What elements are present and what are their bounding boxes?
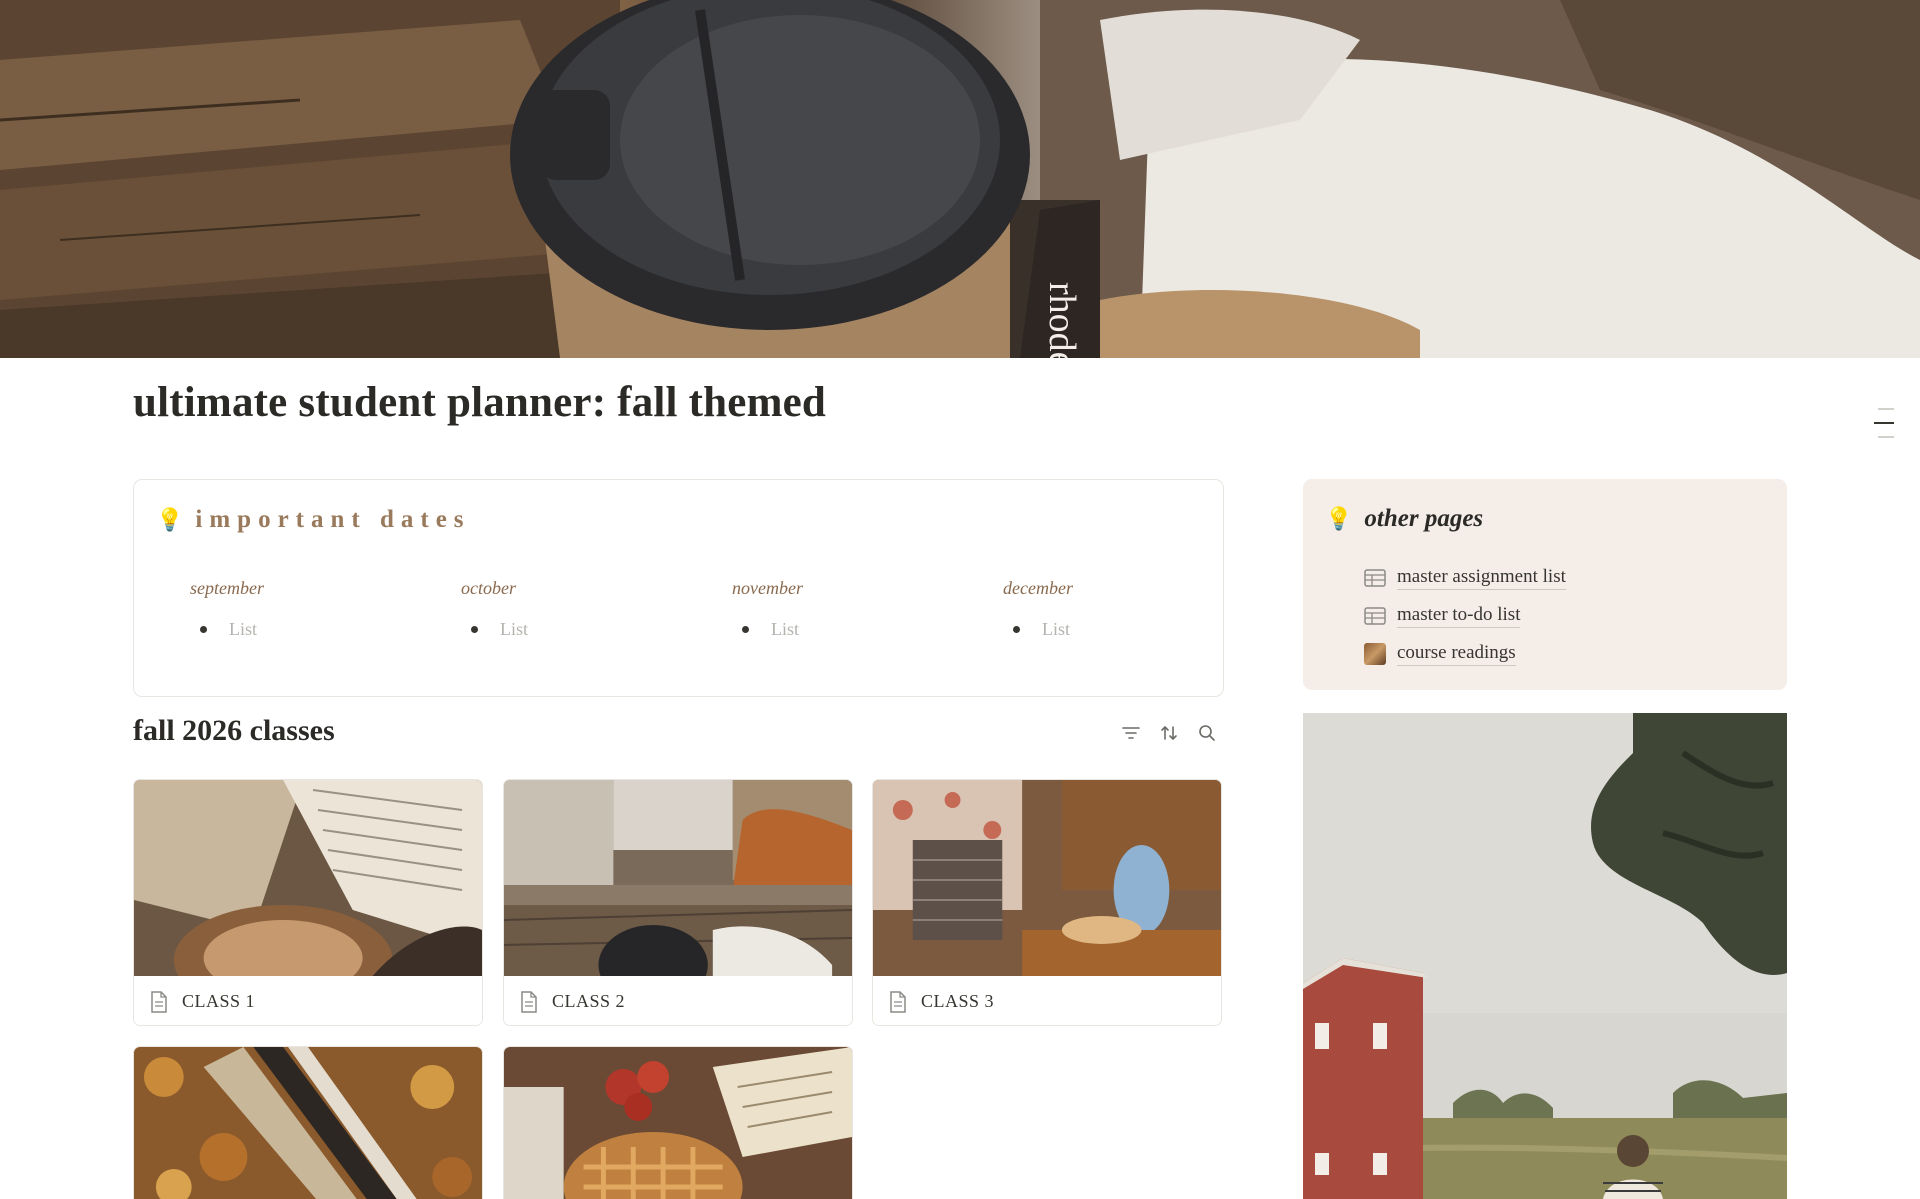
page-icon [521, 990, 537, 1013]
month-name: october [461, 578, 516, 598]
sort-icon[interactable] [1158, 722, 1180, 744]
important-dates-callout: 💡 important dates september List october… [133, 479, 1224, 697]
month-name: november [732, 578, 803, 598]
link-label[interactable]: master assignment list [1397, 566, 1566, 590]
card-title[interactable]: CLASS 1 [182, 991, 255, 1012]
month-column-december: december List [1003, 578, 1274, 640]
search-icon[interactable] [1196, 722, 1218, 744]
card-cover-image [873, 780, 1221, 976]
month-column-september: september List [190, 578, 461, 640]
page-icon [151, 990, 167, 1013]
table-icon [1363, 605, 1387, 627]
list-item[interactable]: List [742, 619, 1003, 640]
month-name: december [1003, 578, 1073, 598]
other-pages-heading: other pages [1364, 505, 1484, 532]
link-label[interactable]: master to-do list [1397, 604, 1521, 628]
card-title[interactable]: CLASS 2 [552, 991, 625, 1012]
class-card-4[interactable] [133, 1046, 483, 1199]
card-cover-image [134, 1047, 482, 1199]
list-placeholder[interactable]: List [229, 619, 257, 640]
bullet-icon [200, 626, 207, 633]
months-columns: september List october List november Lis… [190, 578, 1274, 640]
list-item[interactable]: List [200, 619, 461, 640]
list-placeholder[interactable]: List [1042, 619, 1070, 640]
list-placeholder[interactable]: List [500, 619, 528, 640]
page-title[interactable]: ultimate student planner: fall themed [133, 378, 826, 427]
month-column-october: october List [461, 578, 732, 640]
link-master-assignment-list[interactable]: master assignment list [1363, 559, 1566, 597]
database-toolbar [1120, 722, 1218, 744]
filter-icon[interactable] [1120, 722, 1142, 744]
lightbulb-icon: 💡 [156, 507, 184, 532]
svg-text:rhode: rhode [1041, 282, 1083, 358]
other-pages-callout: 💡 other pages master assignment list mas… [1303, 479, 1787, 690]
month-name: september [190, 578, 264, 598]
important-dates-heading: important dates [195, 506, 471, 533]
card-cover-image [504, 780, 852, 976]
list-item[interactable]: List [471, 619, 732, 640]
class-card-1[interactable]: CLASS 1 [133, 779, 483, 1026]
bullet-icon [742, 626, 749, 633]
page-cover[interactable]: rhode [0, 0, 1920, 358]
link-course-readings[interactable]: course readings [1363, 635, 1566, 673]
list-placeholder[interactable]: List [771, 619, 799, 640]
list-item[interactable]: List [1013, 619, 1274, 640]
page-image-icon [1363, 643, 1387, 665]
bullet-icon [1013, 626, 1020, 633]
card-cover-image [504, 1047, 852, 1199]
lightbulb-icon: 💡 [1325, 506, 1353, 531]
table-icon [1363, 567, 1387, 589]
side-photo [1303, 713, 1787, 1199]
class-card-2[interactable]: CLASS 2 [503, 779, 853, 1026]
link-label[interactable]: course readings [1397, 642, 1516, 666]
barn-field-image [1303, 713, 1787, 1199]
link-master-to-do-list[interactable]: master to-do list [1363, 597, 1566, 635]
card-cover-image [134, 780, 482, 976]
classes-database-title[interactable]: fall 2026 classes [133, 714, 335, 748]
class-card-5[interactable] [503, 1046, 853, 1199]
month-column-november: november List [732, 578, 1003, 640]
class-card-3[interactable]: CLASS 3 [872, 779, 1222, 1026]
table-of-contents-indicator[interactable] [1874, 408, 1894, 448]
page-icon [890, 990, 906, 1013]
card-title[interactable]: CLASS 3 [921, 991, 994, 1012]
bullet-icon [471, 626, 478, 633]
cover-image: rhode [0, 0, 1920, 358]
